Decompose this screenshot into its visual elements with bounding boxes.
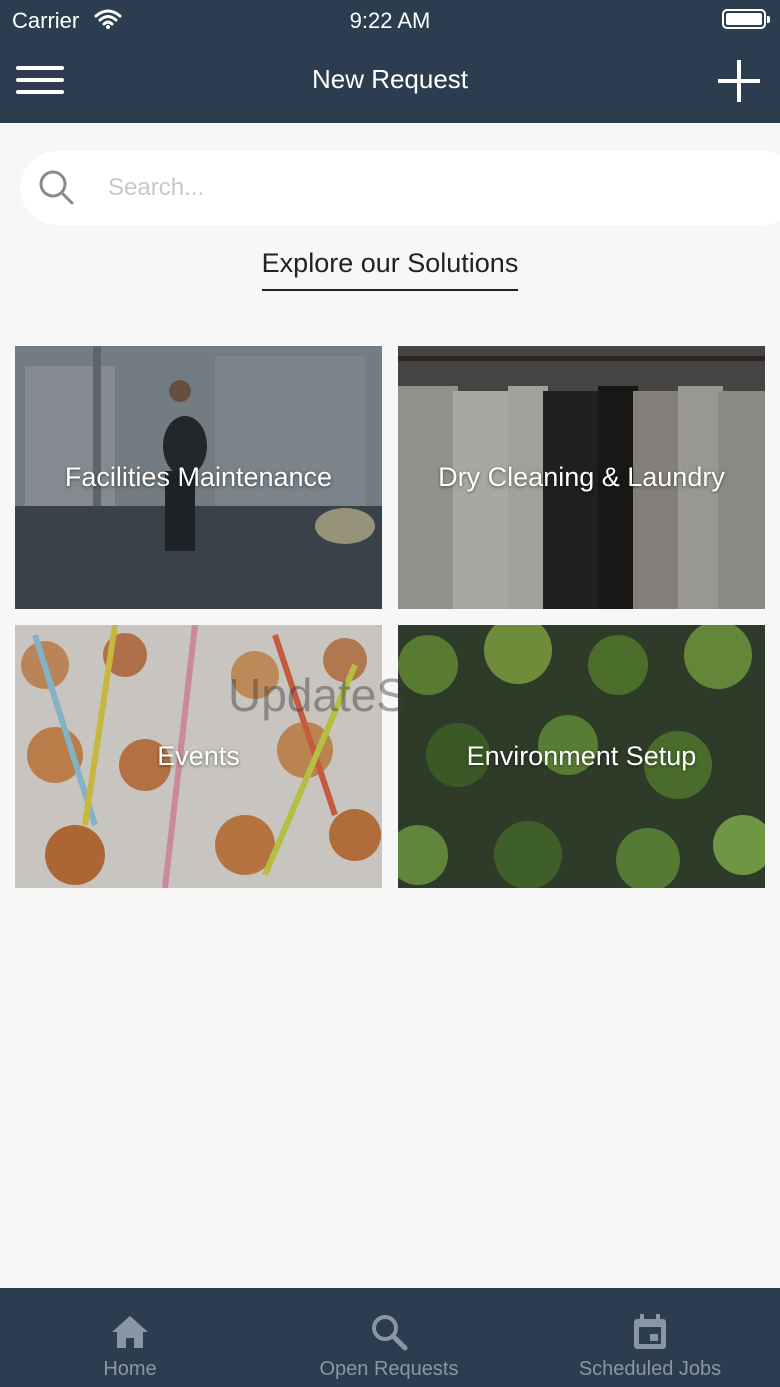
search-icon <box>372 1315 408 1351</box>
section-heading: Explore our Solutions <box>0 248 780 291</box>
status-bar: Carrier 9:22 AM <box>0 0 780 40</box>
search-icon <box>39 170 74 205</box>
tab-scheduled-jobs[interactable]: Scheduled Jobs <box>520 1288 780 1387</box>
watermark: UpdateS <box>228 669 408 721</box>
section-title: Explore our Solutions <box>261 248 519 291</box>
top-bar: Carrier 9:22 AM New Request <box>0 0 780 123</box>
calendar-icon <box>634 1314 666 1349</box>
tab-label: Scheduled Jobs <box>578 1358 722 1380</box>
status-time: 9:22 AM <box>349 8 431 33</box>
tab-home[interactable]: Home <box>0 1288 260 1387</box>
tile-label: Events <box>157 741 240 771</box>
add-request-button[interactable] <box>718 60 760 102</box>
page-title: New Request <box>311 64 469 94</box>
tile-label: Dry Cleaning & Laundry <box>438 462 725 492</box>
solution-tile-events[interactable]: Events <box>15 625 382 888</box>
solution-tile-dry-cleaning-laundry[interactable]: Dry Cleaning & Laundry <box>398 346 765 609</box>
tab-label: Home <box>103 1358 157 1380</box>
tab-bar: Home Open Requests Scheduled Jobs <box>0 1288 780 1387</box>
solution-tile-facilities-maintenance[interactable]: Facilities Maintenance <box>15 346 382 609</box>
tab-label: Open Requests <box>319 1358 459 1380</box>
tab-open-requests[interactable]: Open Requests <box>259 1288 519 1387</box>
search-bar[interactable] <box>20 151 780 225</box>
home-icon <box>112 1316 148 1348</box>
tile-label: Environment Setup <box>466 741 697 771</box>
battery-icon <box>722 9 770 29</box>
tile-label: Facilities Maintenance <box>64 462 333 492</box>
solution-tile-environment-setup[interactable]: Environment Setup <box>398 625 765 888</box>
search-input[interactable] <box>108 168 708 208</box>
